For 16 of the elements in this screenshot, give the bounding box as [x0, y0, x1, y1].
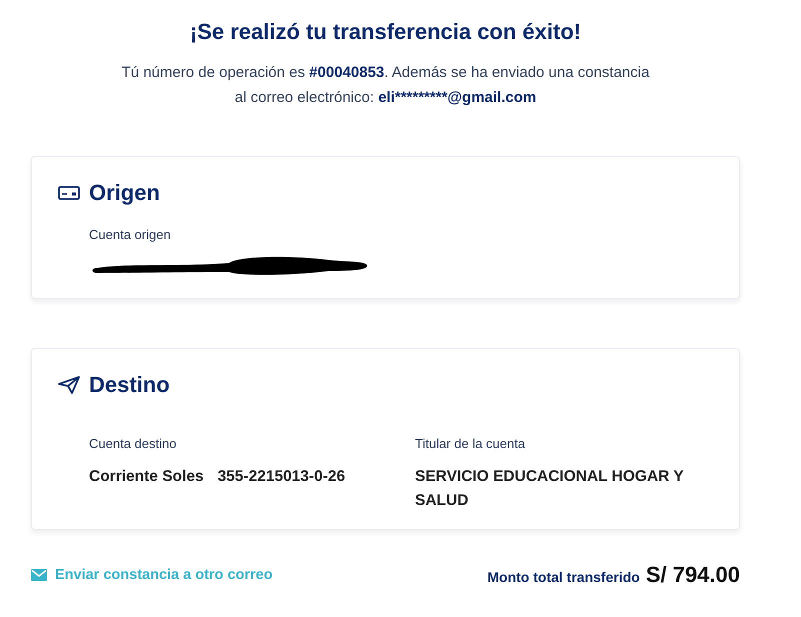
section-title: Origen	[89, 179, 160, 207]
field-value: Corriente Soles	[89, 467, 204, 487]
field-label: Titular de la cuenta	[415, 435, 526, 452]
field-value: SERVICIO EDUCACIONAL HOGAR Y SALUD	[415, 467, 684, 511]
mail-icon	[31, 569, 47, 581]
send-receipt-link[interactable]: Enviar constancia a otro correo	[31, 567, 273, 583]
field-label: Cuenta destino	[89, 435, 176, 452]
field-value: 355-2215013-0-26	[218, 467, 346, 487]
total-label: Monto total transferido	[487, 569, 640, 585]
field-label: Cuenta origen	[89, 226, 171, 243]
total-amount: S/ 794.00	[646, 562, 740, 588]
success-title: ¡Se realizó tu transferencia con éxito!	[188, 18, 582, 46]
section-title: Destino	[89, 371, 170, 399]
confirmation-message: Tú número de operación es #00040853. Además se ha enviado una constancia al correo electrónico: eli*********@gmail.com	[120, 63, 650, 108]
credit-card-icon	[58, 186, 80, 200]
paper-plane-icon	[58, 376, 80, 394]
